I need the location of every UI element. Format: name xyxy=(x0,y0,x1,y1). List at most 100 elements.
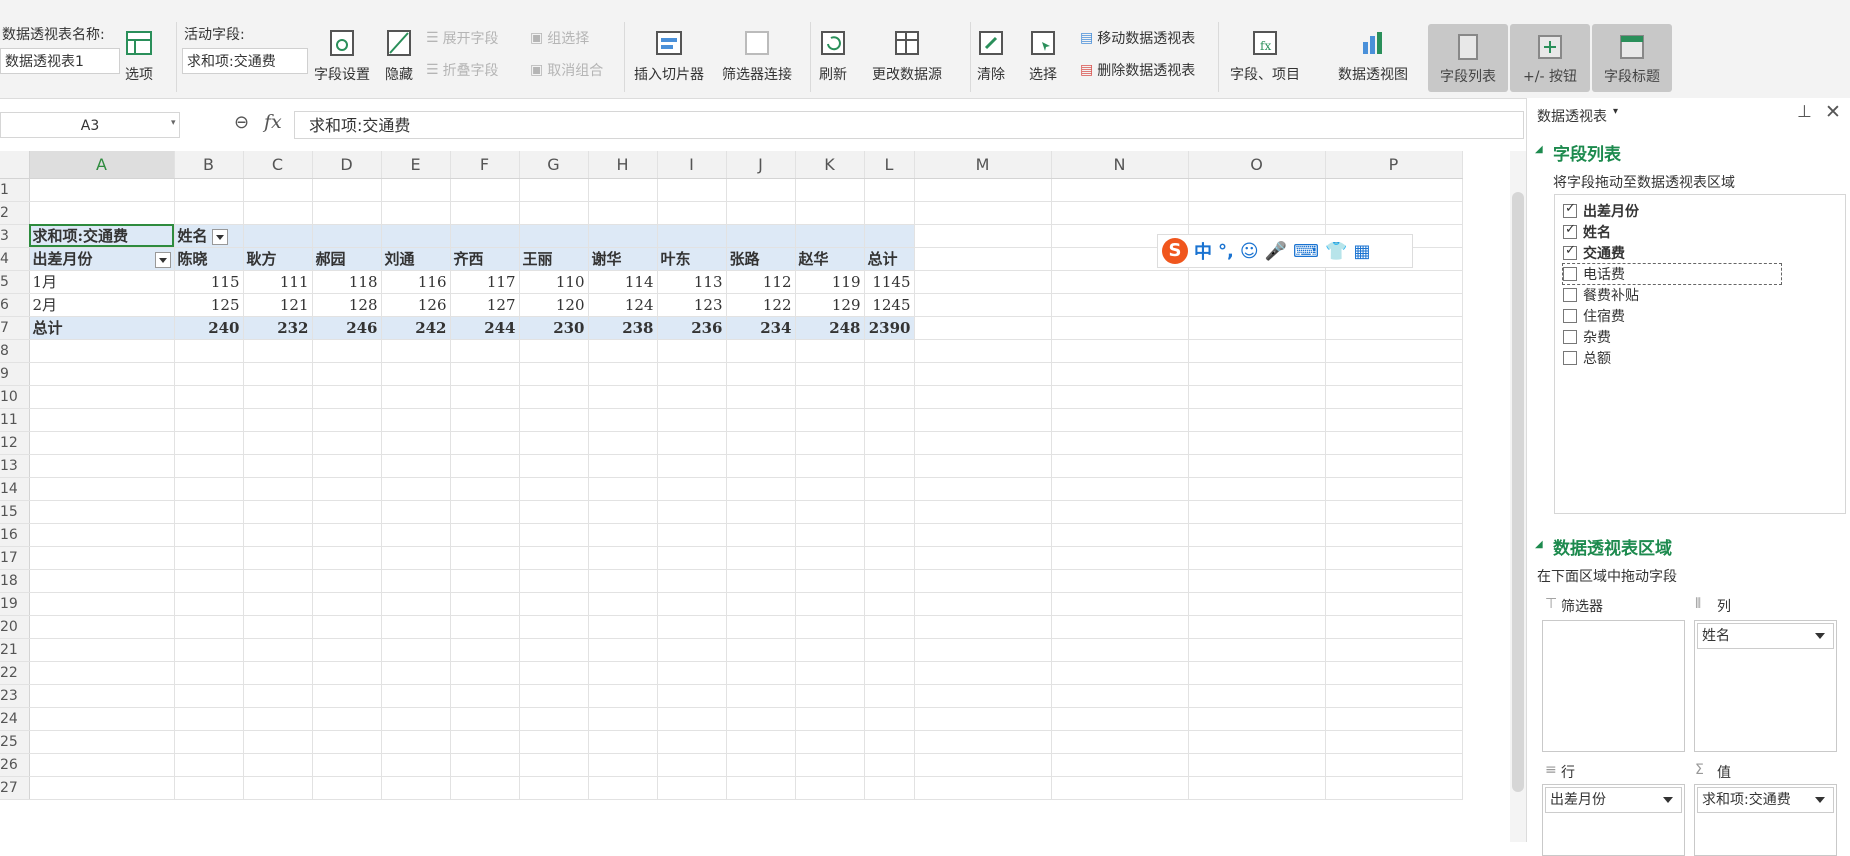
cell[interactable] xyxy=(1188,546,1326,570)
cell[interactable] xyxy=(29,776,175,800)
cell[interactable] xyxy=(726,201,796,225)
cell[interactable] xyxy=(381,224,451,248)
select-all-corner[interactable] xyxy=(0,151,30,179)
cell[interactable] xyxy=(312,408,382,432)
cell[interactable] xyxy=(914,477,1052,501)
cell[interactable] xyxy=(174,569,244,593)
pivot-total-cell[interactable]: 248 xyxy=(795,316,865,340)
cell[interactable] xyxy=(914,454,1052,478)
cell[interactable] xyxy=(726,592,796,616)
row-header[interactable]: 4 xyxy=(0,247,30,271)
cell[interactable] xyxy=(450,730,520,754)
cell[interactable] xyxy=(657,500,727,524)
column-header-p[interactable]: P xyxy=(1325,151,1463,179)
cell[interactable] xyxy=(381,362,451,386)
cell[interactable] xyxy=(1325,454,1463,478)
active-field-input[interactable]: 求和项:交通费 xyxy=(182,48,308,74)
cell[interactable] xyxy=(29,730,175,754)
cell[interactable] xyxy=(381,638,451,662)
cell[interactable] xyxy=(243,477,313,501)
pivot-value-cell[interactable]: 110 xyxy=(519,270,589,294)
pivot-name-header[interactable]: 谢华 xyxy=(588,247,658,271)
cell[interactable] xyxy=(450,546,520,570)
cell[interactable] xyxy=(657,431,727,455)
cell[interactable] xyxy=(243,569,313,593)
cell[interactable] xyxy=(29,362,175,386)
cell[interactable] xyxy=(1325,707,1463,731)
cell[interactable] xyxy=(243,362,313,386)
cell[interactable] xyxy=(588,477,658,501)
column-header-d[interactable]: D xyxy=(312,151,382,179)
cell[interactable] xyxy=(1325,362,1463,386)
cell[interactable] xyxy=(1051,753,1189,777)
pivot-name-header[interactable]: 总计 xyxy=(864,247,915,271)
row-header[interactable]: 14 xyxy=(0,477,30,501)
cell[interactable] xyxy=(1325,500,1463,524)
field-checkbox[interactable] xyxy=(1563,222,1577,239)
cell[interactable] xyxy=(1188,362,1326,386)
collapse-triangle-icon[interactable]: ◢ xyxy=(1535,539,1543,550)
pin-icon[interactable]: ⊥ xyxy=(1797,102,1812,122)
cell[interactable] xyxy=(243,638,313,662)
cell[interactable] xyxy=(726,730,796,754)
pivot-column-field[interactable]: 姓名 xyxy=(174,224,244,248)
cell[interactable] xyxy=(588,684,658,708)
pivot-name-header[interactable]: 王丽 xyxy=(519,247,589,271)
cell[interactable] xyxy=(174,201,244,225)
pivot-value-cell[interactable]: 124 xyxy=(588,293,658,317)
cell[interactable] xyxy=(174,707,244,731)
cell[interactable] xyxy=(726,569,796,593)
filter-area[interactable] xyxy=(1542,620,1685,752)
group-selection-button[interactable]: ▣ 组选择 xyxy=(530,28,589,48)
cell[interactable] xyxy=(29,408,175,432)
pivot-name-header[interactable]: 叶东 xyxy=(657,247,727,271)
pivot-value-cell[interactable]: 111 xyxy=(243,270,313,294)
cell[interactable] xyxy=(243,546,313,570)
cell[interactable] xyxy=(726,546,796,570)
cell[interactable] xyxy=(1051,408,1189,432)
cell[interactable] xyxy=(174,178,244,202)
cell[interactable] xyxy=(1325,477,1463,501)
cell[interactable] xyxy=(312,362,382,386)
column-header-n[interactable]: N xyxy=(1051,151,1189,179)
cell[interactable] xyxy=(174,431,244,455)
cell[interactable] xyxy=(174,661,244,685)
change-source-button[interactable]: 更改数据源 xyxy=(872,28,942,84)
cell[interactable] xyxy=(1051,454,1189,478)
cell[interactable] xyxy=(795,477,865,501)
cell[interactable] xyxy=(1325,431,1463,455)
cell[interactable] xyxy=(450,592,520,616)
row-header[interactable]: 12 xyxy=(0,431,30,455)
values-area[interactable]: 求和项:交通费 xyxy=(1694,784,1837,856)
cell[interactable] xyxy=(450,339,520,363)
cell[interactable] xyxy=(657,385,727,409)
cell[interactable] xyxy=(1051,546,1189,570)
cell[interactable] xyxy=(795,546,865,570)
cell[interactable] xyxy=(174,615,244,639)
cell[interactable] xyxy=(588,362,658,386)
field-item[interactable]: 餐费补贴 xyxy=(1563,285,1639,305)
cell[interactable] xyxy=(243,431,313,455)
cell[interactable] xyxy=(726,224,796,248)
row-header[interactable]: 24 xyxy=(0,707,30,731)
cell[interactable] xyxy=(1051,431,1189,455)
cell[interactable] xyxy=(174,408,244,432)
cell[interactable] xyxy=(726,638,796,662)
pivot-value-cell[interactable]: 127 xyxy=(450,293,520,317)
cell[interactable] xyxy=(381,408,451,432)
cell[interactable] xyxy=(914,615,1052,639)
cell[interactable] xyxy=(864,385,915,409)
cell[interactable] xyxy=(795,201,865,225)
cell[interactable] xyxy=(1188,339,1326,363)
cell[interactable] xyxy=(795,362,865,386)
cell[interactable] xyxy=(588,776,658,800)
cell[interactable] xyxy=(588,339,658,363)
cell[interactable] xyxy=(795,615,865,639)
cell[interactable] xyxy=(519,707,589,731)
options-button[interactable]: 选项 xyxy=(124,28,154,84)
field-item[interactable]: 住宿费 xyxy=(1563,306,1625,326)
cell[interactable] xyxy=(243,684,313,708)
cell[interactable] xyxy=(914,293,1052,317)
cell[interactable] xyxy=(1051,178,1189,202)
cell[interactable] xyxy=(1188,638,1326,662)
